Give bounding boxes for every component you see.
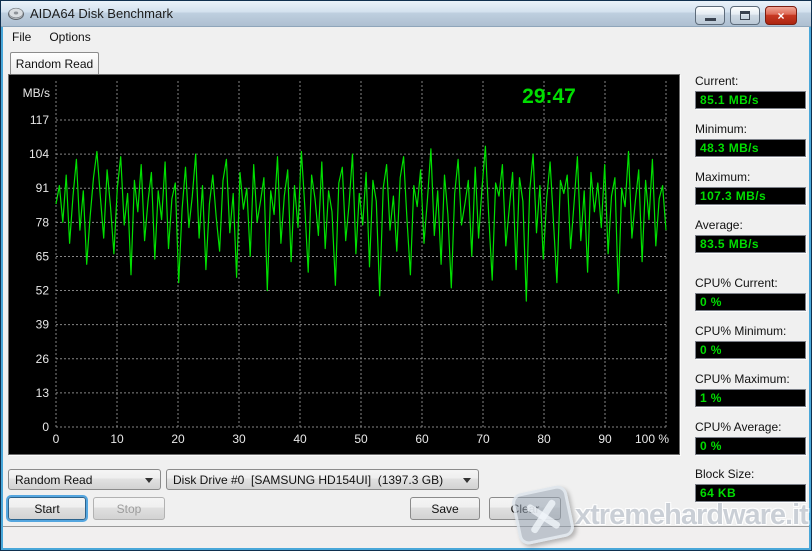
minimize-icon <box>705 18 716 21</box>
menu-file[interactable]: File <box>3 28 40 46</box>
stat-value: 83.5 MB/s <box>695 235 806 253</box>
app-window: AIDA64 Disk Benchmark × File Options Ran… <box>0 0 812 551</box>
disk-drive-value: Disk Drive #0 [SAMSUNG HD154UI] (1397.3 … <box>173 473 443 487</box>
y-tick-label: 39 <box>36 318 50 332</box>
stat-cpu-current: CPU% Current: 0 % <box>695 276 807 311</box>
disk-icon <box>8 7 24 21</box>
x-tick-label: 50 <box>354 432 368 446</box>
title-bar[interactable]: AIDA64 Disk Benchmark × <box>1 1 811 27</box>
stat-label: Current: <box>695 74 807 88</box>
stat-label: CPU% Minimum: <box>695 324 807 338</box>
benchmark-type-select[interactable]: Random Read <box>8 469 161 490</box>
start-button[interactable]: Start <box>8 497 86 520</box>
benchmark-chart: 117 104 91 78 65 52 39 26 13 00 10 20 30 40 50 60 70 80 90… <box>8 74 680 455</box>
elapsed-timer: 29:47 <box>522 85 576 108</box>
save-button[interactable]: Save <box>410 497 480 520</box>
x-tick-label: 70 <box>476 432 490 446</box>
close-button[interactable]: × <box>765 6 797 25</box>
stat-cpu-minimum: CPU% Minimum: 0 % <box>695 324 807 359</box>
stat-value: 107.3 MB/s <box>695 187 806 205</box>
x-tick-label: 10 <box>110 432 124 446</box>
x-tick-label: 30 <box>232 432 246 446</box>
y-tick-label: 0 <box>42 420 49 434</box>
maximize-icon <box>740 11 750 20</box>
stat-value: 64 KB <box>695 484 806 502</box>
disk-drive-select[interactable]: Disk Drive #0 [SAMSUNG HD154UI] (1397.3 … <box>166 469 479 490</box>
menu-options[interactable]: Options <box>40 28 99 46</box>
clear-button[interactable]: Clear <box>489 497 561 520</box>
stat-value: 0 % <box>695 437 806 455</box>
x-tick-label: 20 <box>171 432 185 446</box>
stat-label: Average: <box>695 218 807 232</box>
y-tick-label: 104 <box>29 147 49 161</box>
chart-canvas: 117 104 91 78 65 52 39 26 13 00 10 20 30 40 50 60 70 80 90… <box>9 75 679 454</box>
x-tick-label: 100 % <box>635 432 669 446</box>
x-tick-label: 80 <box>537 432 551 446</box>
menu-bar: File Options <box>3 28 809 46</box>
stat-cpu-average: CPU% Average: 0 % <box>695 420 807 455</box>
chevron-down-icon <box>463 478 471 483</box>
stat-minimum: Minimum: 48.3 MB/s <box>695 122 807 157</box>
stat-label: Minimum: <box>695 122 807 136</box>
minimize-button[interactable] <box>695 6 725 25</box>
stat-block-size: Block Size: 64 KB <box>695 467 807 502</box>
stat-value: 48.3 MB/s <box>695 139 806 157</box>
stop-button[interactable]: Stop <box>93 497 165 520</box>
stat-label: CPU% Current: <box>695 276 807 290</box>
stat-label: Maximum: <box>695 170 807 184</box>
stat-current: Current: 85.1 MB/s <box>695 74 807 109</box>
y-tick-label: 91 <box>36 181 50 195</box>
x-tick-label: 90 <box>598 432 612 446</box>
x-tick-label: 60 <box>415 432 429 446</box>
y-tick-label: 13 <box>36 386 50 400</box>
x-tick-label: 40 <box>293 432 307 446</box>
stat-value: 0 % <box>695 341 806 359</box>
y-tick-label: 117 <box>30 113 49 127</box>
y-tick-label: 78 <box>36 215 50 229</box>
stat-label: CPU% Maximum: <box>695 372 807 386</box>
stat-average: Average: 83.5 MB/s <box>695 218 807 253</box>
stat-label: CPU% Average: <box>695 420 807 434</box>
y-tick-label: 26 <box>36 352 50 366</box>
tab-label: Random Read <box>16 57 93 71</box>
y-tick-label: 65 <box>36 249 50 263</box>
stat-label: Block Size: <box>695 467 807 481</box>
tab-random-read[interactable]: Random Read <box>10 52 99 75</box>
window-title: AIDA64 Disk Benchmark <box>30 6 173 21</box>
stat-cpu-maximum: CPU% Maximum: 1 % <box>695 372 807 407</box>
benchmark-type-value: Random Read <box>15 473 92 487</box>
stat-value: 1 % <box>695 389 806 407</box>
x-tick-label: 0 <box>53 432 60 446</box>
stat-value: 0 % <box>695 293 806 311</box>
maximize-button[interactable] <box>730 6 760 25</box>
stat-value: 85.1 MB/s <box>695 91 806 109</box>
y-axis-unit-label: MB/s <box>23 86 50 100</box>
stat-maximum: Maximum: 107.3 MB/s <box>695 170 807 205</box>
y-tick-label: 52 <box>36 284 50 298</box>
status-bar <box>3 526 809 548</box>
close-icon: × <box>777 9 784 23</box>
chevron-down-icon <box>145 478 153 483</box>
